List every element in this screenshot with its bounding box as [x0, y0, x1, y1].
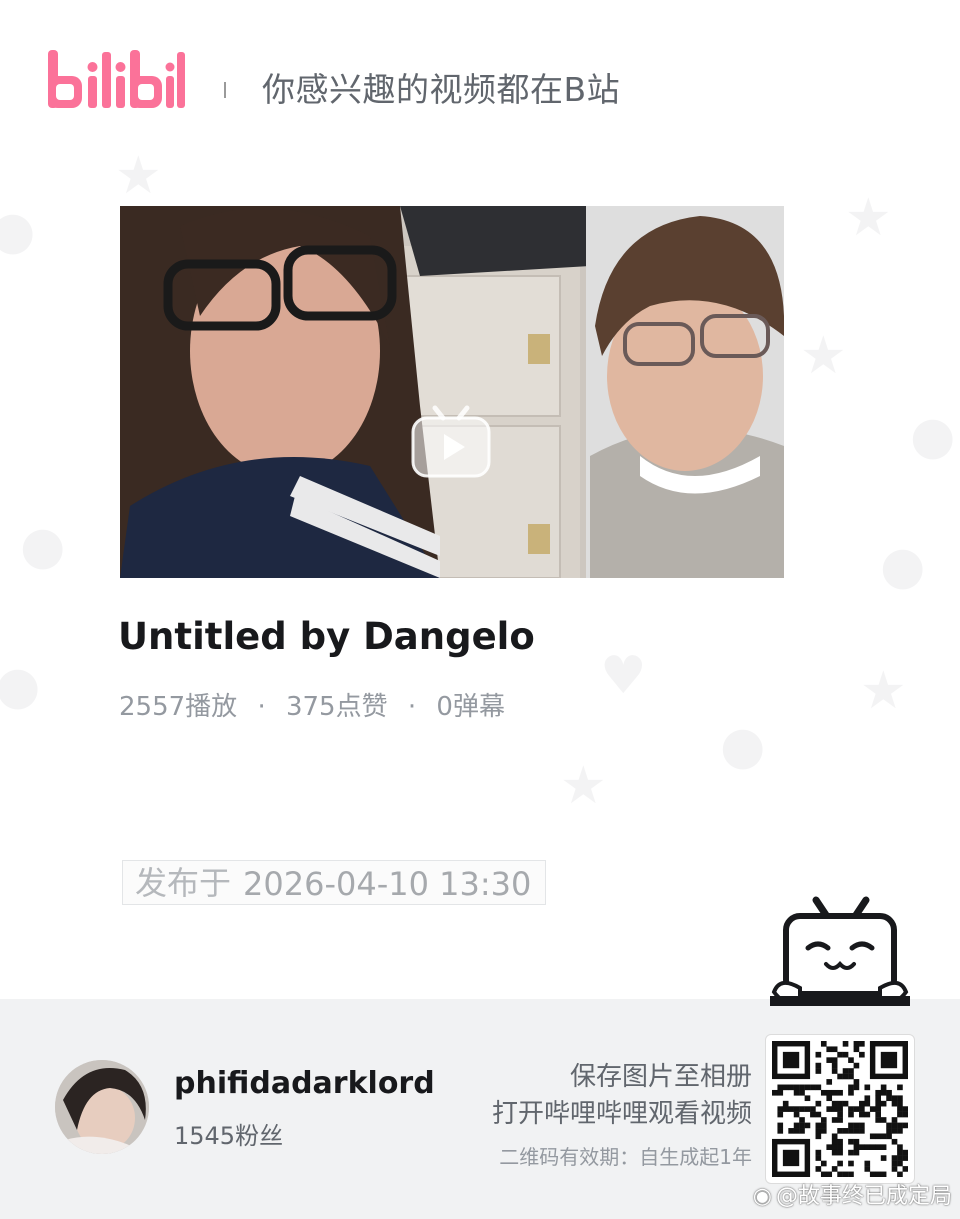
- stats-separator: ·: [407, 692, 417, 722]
- publish-time: 2026-04-10 13:30: [243, 865, 532, 903]
- danmaku-count: 0弹幕: [436, 692, 505, 722]
- fans-count: 1545粉丝: [174, 1122, 284, 1150]
- publish-label: 发布于: [135, 864, 232, 902]
- background-pattern-icon: ●: [720, 716, 766, 776]
- avatar[interactable]: [55, 1060, 149, 1154]
- tv-mascot-icon: [770, 896, 910, 1014]
- background-pattern-icon: ●: [910, 406, 956, 466]
- qr-code-icon[interactable]: [765, 1034, 915, 1184]
- play-count: 2557播放: [119, 692, 238, 722]
- watermark-text: @故事终已成定局: [775, 1184, 952, 1209]
- header-divider: [224, 82, 226, 98]
- publish-date-box: 发布于 2026-04-10 13:30: [122, 860, 546, 905]
- open-app-hint: 打开哔哩哔哩观看视频: [491, 1099, 752, 1129]
- weibo-icon: ◉: [752, 1184, 772, 1209]
- save-hint: 保存图片至相册: [569, 1062, 752, 1092]
- background-pattern-icon: ★: [115, 146, 162, 206]
- background-pattern-icon: ●: [880, 536, 926, 596]
- bilibili-logo-icon: [46, 46, 188, 114]
- background-pattern-icon: ★: [845, 188, 892, 248]
- background-pattern-icon: ♥: [600, 646, 647, 706]
- background-pattern-icon: ★: [560, 756, 607, 816]
- background-pattern-icon: ●: [0, 201, 36, 261]
- background-pattern-icon: ★: [800, 326, 847, 386]
- slogan: 你感兴趣的视频都在B站: [262, 70, 621, 109]
- background-pattern-icon: ●: [0, 656, 41, 716]
- play-badge-icon[interactable]: [411, 404, 491, 478]
- uploader-name[interactable]: phifidadarklord: [174, 1065, 435, 1103]
- video-cover[interactable]: [120, 206, 784, 578]
- video-title[interactable]: Untitled by Dangelo: [118, 612, 535, 662]
- like-count: 375点赞: [285, 692, 388, 722]
- qr-validity: 二维码有效期：自生成起1年: [499, 1145, 752, 1169]
- stats-separator: ·: [257, 692, 266, 722]
- video-stats: 2557播放 · 375点赞 · 0弹幕: [119, 688, 505, 726]
- background-pattern-icon: ★: [860, 661, 907, 721]
- background-pattern-icon: ●: [20, 516, 66, 576]
- watermark: ◉ @故事终已成定局: [753, 1181, 952, 1213]
